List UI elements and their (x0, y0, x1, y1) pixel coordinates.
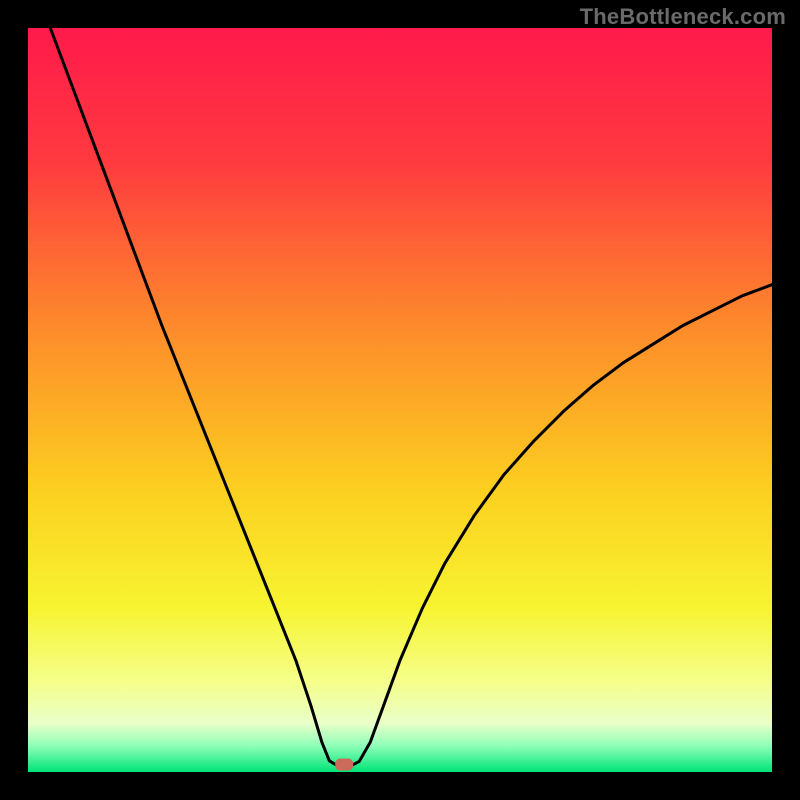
plot-area (28, 28, 772, 772)
watermark-label: TheBottleneck.com (580, 4, 786, 30)
chart-container: TheBottleneck.com (0, 0, 800, 800)
bottleneck-chart (0, 0, 800, 800)
optimal-marker (335, 759, 353, 771)
